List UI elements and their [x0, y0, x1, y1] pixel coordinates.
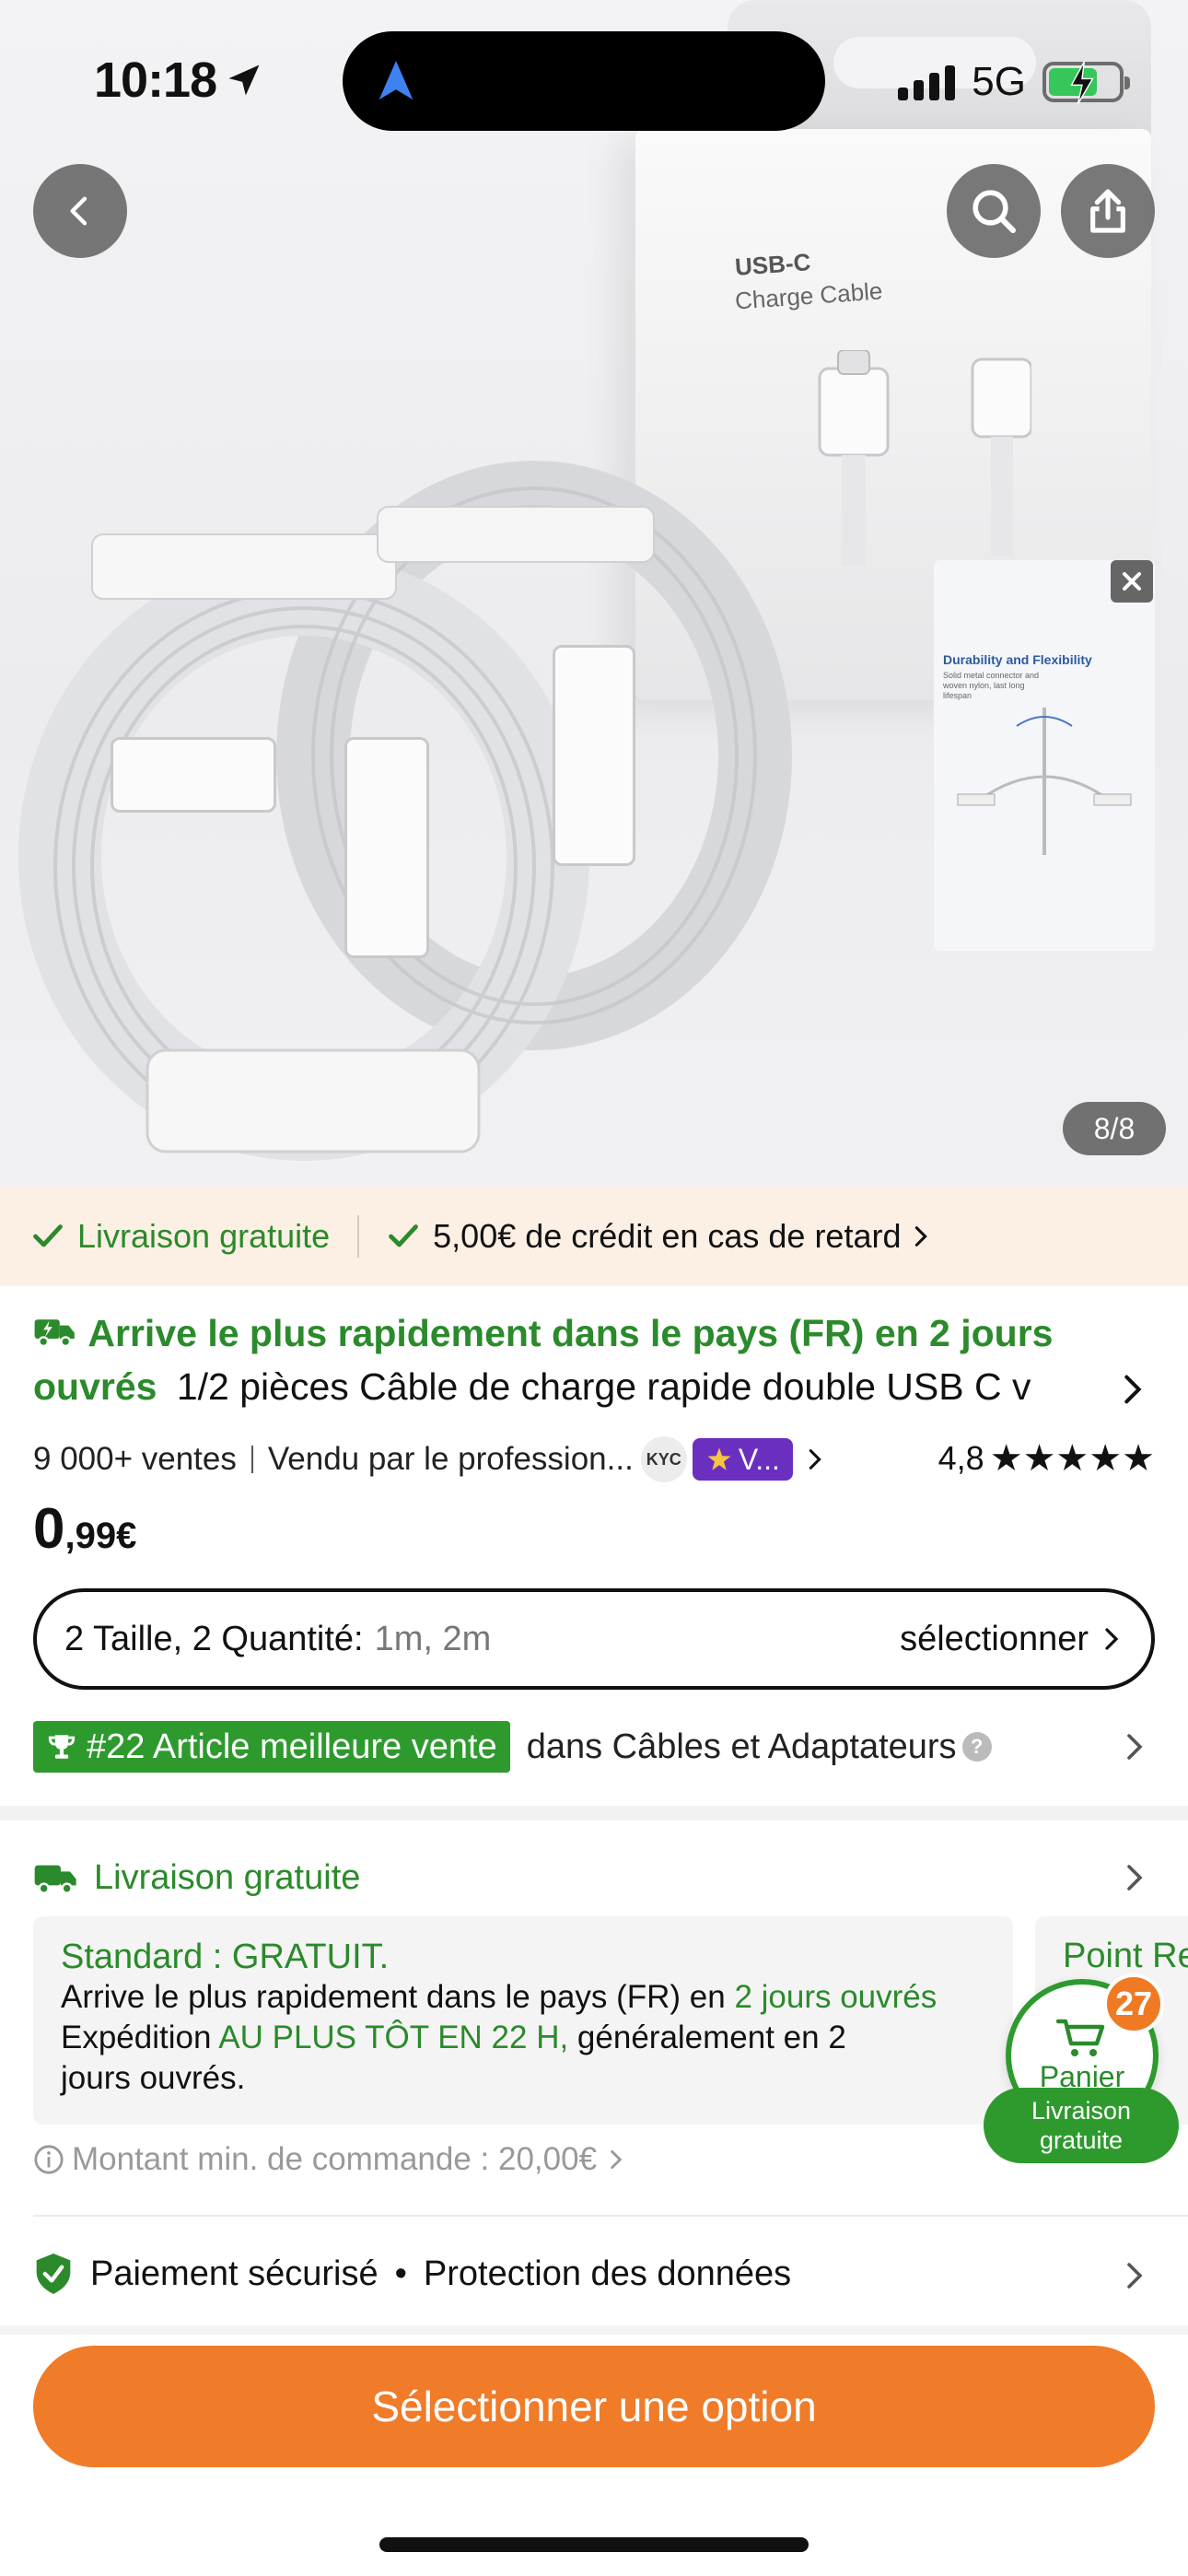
- best-seller-row[interactable]: #22 Article meilleure vente dans Câbles …: [33, 1721, 992, 1773]
- price-decimal: ,99€: [64, 1516, 137, 1556]
- box-plugs-icon: [818, 350, 1031, 566]
- image-page-indicator: 8/8: [1063, 1102, 1166, 1155]
- cart-icon: [1056, 2019, 1105, 2056]
- banner-divider: [357, 1215, 360, 1258]
- thumbnail-title: Durability and Flexibility: [943, 652, 1092, 667]
- divider: [33, 2215, 1188, 2217]
- chevron-right-icon[interactable]: [1118, 2259, 1151, 2292]
- info-icon: [34, 2145, 64, 2174]
- chevron-right-icon[interactable]: [1114, 1371, 1151, 1408]
- seller-name[interactable]: Vendu par le profession...: [268, 1441, 634, 1478]
- help-icon[interactable]: ?: [961, 1732, 992, 1762]
- cart-count-badge: 27: [1103, 1973, 1164, 2034]
- title-text: 1/2 pièces Câble de charge rapide double…: [176, 1365, 1031, 1408]
- gallery-thumbnail[interactable]: Durability and Flexibility Solid metal c…: [934, 560, 1155, 951]
- delivery-line-3: jours ouvrés.: [61, 2060, 246, 2096]
- chevron-right-icon: [809, 1449, 821, 1469]
- chevron-left-icon: [70, 196, 87, 226]
- star-sparkle-icon: [707, 1447, 731, 1470]
- check-icon: [389, 1224, 419, 1247]
- close-icon: [1123, 572, 1141, 591]
- product-rating[interactable]: 4,8 ★★★★★: [938, 1437, 1155, 1480]
- usb-c-plug: [344, 737, 429, 958]
- best-seller-badge: #22 Article meilleure vente: [33, 1721, 510, 1773]
- thumbnail-subtitle: Solid metal connector and woven nylon, l…: [943, 671, 1040, 700]
- banner-late-credit: 5,00€ de crédit en cas de retard: [433, 1217, 902, 1255]
- check-icon: [33, 1224, 63, 1247]
- seller-badge: V...: [692, 1438, 793, 1481]
- fast-delivery-truck-icon: [34, 1319, 75, 1348]
- rating-stars-icon: ★★★★★: [989, 1438, 1155, 1479]
- price-integer: 0: [33, 1497, 65, 1561]
- share-button[interactable]: [1061, 164, 1155, 258]
- charging-bolt-icon: [1070, 62, 1094, 104]
- section-divider: [0, 2325, 1188, 2335]
- navigation-arrow-icon: [379, 61, 413, 100]
- signal-icon: [898, 64, 956, 100]
- secure-payment-label: Paiement sécurisé: [90, 2254, 379, 2293]
- shield-check-icon: [36, 2254, 71, 2294]
- home-indicator[interactable]: [379, 2537, 809, 2552]
- delivery-line-2: Expédition AU PLUS TÔT EN 22 H, générale…: [61, 2020, 846, 2055]
- select-option-button[interactable]: Sélectionner une option: [33, 2346, 1155, 2467]
- back-button[interactable]: [33, 164, 127, 258]
- sales-count: 9 000+ ventes: [33, 1441, 237, 1477]
- chevron-right-icon[interactable]: [1118, 1730, 1151, 1763]
- banner-free-shipping: Livraison gratuite: [77, 1217, 331, 1255]
- chevron-right-icon[interactable]: [1118, 1861, 1151, 1894]
- delivery-heading[interactable]: Livraison gratuite: [33, 1848, 360, 1907]
- usb-c-plug: [553, 645, 635, 866]
- option-label: 2 Taille, 2 Quantité:: [64, 1619, 364, 1658]
- rating-value: 4,8: [938, 1439, 984, 1477]
- seller-logo: KYC: [640, 1436, 687, 1482]
- dynamic-island: [343, 31, 825, 131]
- trophy-icon: [48, 1735, 76, 1759]
- cart-free-shipping-badge: Livraison gratuite: [984, 2088, 1179, 2163]
- standard-delivery-title: Standard : GRATUIT.: [61, 1938, 390, 1976]
- product-image-gallery[interactable]: USB-C Charge Cable Durability and Flexib…: [0, 0, 1188, 1187]
- data-protection-label: Protection des données: [423, 2254, 792, 2293]
- close-thumbnail-button[interactable]: [1111, 560, 1153, 603]
- network-type: 5G: [972, 59, 1026, 104]
- standard-delivery-card[interactable]: Standard : GRATUIT. Arrive le plus rapid…: [33, 1916, 1013, 2125]
- option-selector[interactable]: 2 Taille, 2 Quantité: 1m, 2m sélectionne…: [33, 1588, 1155, 1690]
- best-seller-category: dans Câbles et Adaptateurs: [526, 1727, 957, 1766]
- usb-c-plug: [111, 737, 276, 813]
- separator-dot: •: [394, 2254, 407, 2293]
- secure-payment-row[interactable]: Paiement sécurisé • Protection des donné…: [33, 2244, 791, 2303]
- chevron-right-icon: [915, 1226, 928, 1247]
- section-divider: [0, 1806, 1188, 1821]
- chevron-right-icon: [1105, 1628, 1119, 1650]
- meta-divider: [250, 1446, 253, 1473]
- battery-icon: [1042, 62, 1130, 104]
- delivery-truck-icon: [34, 1865, 76, 1894]
- search-button[interactable]: [947, 164, 1041, 258]
- share-icon: [1090, 189, 1125, 233]
- product-price: 0 ,99€: [33, 1496, 136, 1579]
- cable-diagram-icon: [957, 708, 1132, 855]
- status-time: 10:18: [94, 53, 217, 108]
- product-title[interactable]: Arrive le plus rapidement dans le pays (…: [33, 1306, 1120, 1413]
- chevron-right-icon: [611, 2149, 623, 2170]
- option-values: 1m, 2m: [374, 1619, 492, 1658]
- relay-point-title: Point Re: [1063, 1937, 1188, 1975]
- delivery-line-1: Arrive le plus rapidement dans le pays (…: [61, 1979, 938, 2015]
- status-time-group: 10:18: [94, 52, 264, 109]
- select-option-link[interactable]: sélectionner: [900, 1620, 1125, 1659]
- location-arrow-icon: [228, 64, 260, 96]
- status-bar: 10:18 5G: [0, 0, 1188, 166]
- search-icon: [973, 190, 1017, 234]
- box-title: USB-C: [734, 248, 812, 281]
- shipping-banner[interactable]: Livraison gratuite 5,00€ de crédit en ca…: [0, 1187, 1188, 1286]
- status-indicators: 5G: [898, 59, 1130, 105]
- min-order-row[interactable]: Montant min. de commande : 20,00€: [33, 2134, 628, 2185]
